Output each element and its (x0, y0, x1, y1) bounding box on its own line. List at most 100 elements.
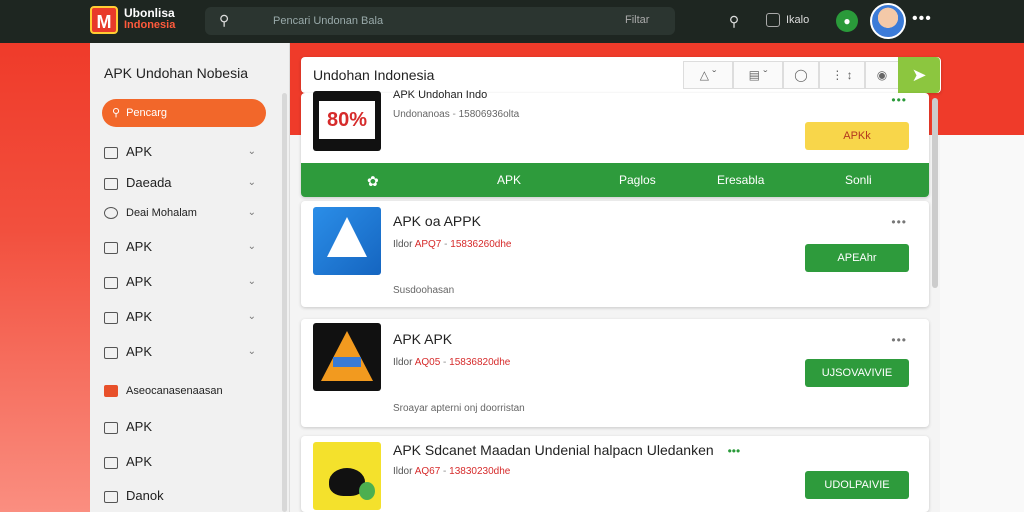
card-meta: Ildor AQ67 - 13830230dhe (393, 466, 511, 477)
user-label: Ikalo (786, 13, 810, 26)
clock-icon (104, 207, 118, 220)
brand-line-2: Indonesia (124, 19, 176, 31)
app-logo[interactable]: M (90, 6, 118, 34)
chevron-down-icon[interactable]: ⌄ (248, 272, 256, 292)
download-button[interactable]: UDOLPAIVIE (805, 471, 909, 499)
meta-author: Undonanoas (393, 109, 450, 120)
fire-icon (104, 385, 118, 398)
download-button[interactable]: APKk (805, 122, 909, 150)
meta-id: 13830230dhe (449, 466, 511, 477)
top-bar: M Ubonlisa Indonesia ⚲ Filtar ⚲ Ikalo ● … (0, 0, 1024, 43)
list-item[interactable]: APK APK Ildor AQ05 - 15836820dhe Sroayar… (301, 319, 929, 427)
card-title[interactable]: APK oa APPK (393, 213, 481, 229)
sidebar-item-danok[interactable]: Danok (104, 486, 264, 506)
leaf-icon (359, 482, 375, 500)
app-thumbnail (313, 207, 381, 275)
card-title[interactable]: APK Sdcanet Maadan Undenial halpacn Uled… (393, 442, 740, 458)
sidebar-item-label: APK (126, 344, 153, 359)
user-icon (104, 490, 118, 503)
sidebar-title: APK Undohan Nobesia (104, 65, 248, 81)
meta-author: Ildor (393, 357, 413, 368)
card-meta: Undonanoas - 15806936olta (393, 109, 520, 120)
sidebar-item-label: APK (126, 274, 153, 289)
meta-version: AQ05 (414, 357, 441, 368)
sidebar-item-label: APK (126, 419, 153, 434)
download-button[interactable]: APEAhr (805, 244, 909, 272)
app-thumbnail (313, 323, 381, 391)
more-icon[interactable]: ••• (891, 333, 907, 347)
meta-id: 15836820dhe (449, 357, 511, 368)
brand-line-1: Ubonlisa (124, 6, 175, 20)
chevron-down-icon[interactable]: ⌄ (248, 307, 256, 327)
list-item[interactable]: APK oa APPK Ildor APQ7 - 15836260dhe Sus… (301, 201, 929, 307)
sidebar-item-deai-mohalam[interactable]: Deai Mohalam ⌄ (104, 203, 264, 223)
bag-icon[interactable]: ◉ (865, 61, 899, 89)
chevron-down-icon[interactable]: ⌄ (248, 342, 256, 362)
search-icon: ⚲ (219, 12, 230, 28)
results-scrollbar[interactable] (932, 98, 938, 288)
chevron-down-icon[interactable]: ⌄ (248, 142, 256, 162)
card-meta: Ildor APQ7 - 15836260dhe (393, 239, 512, 250)
meta-id: 15806936olta (458, 109, 520, 120)
download-button[interactable]: UJSOVAVIVIE (805, 359, 909, 387)
meta-version: APQ7 (414, 239, 442, 250)
tab-bar: ✿ APK Paglos Eresabla Sonli (301, 163, 929, 197)
chevron-down-icon[interactable]: ⌄ (248, 173, 256, 193)
search-button[interactable]: ⚲ (720, 7, 748, 35)
chevron-down-icon[interactable]: ⌄ (248, 203, 256, 223)
package-icon (104, 241, 118, 254)
more-icon[interactable]: ••• (891, 215, 907, 229)
package-icon (104, 346, 118, 359)
sidebar-item-label: APK (126, 144, 153, 159)
thumbnail-badge: 80% (319, 101, 375, 139)
package-icon (104, 276, 118, 289)
filter-icon[interactable]: △ ˇ (683, 61, 733, 89)
settings-icon[interactable]: ◯ (783, 61, 819, 89)
user-menu[interactable]: Ikalo (766, 13, 809, 27)
left-band (0, 43, 90, 512)
sidebar-item-apk[interactable]: APK ⌄ (104, 307, 264, 327)
sidebar-item-apk[interactable]: APK ⌄ (104, 142, 264, 162)
send-icon[interactable]: ➤ (898, 57, 940, 93)
global-search-bar: ⚲ Filtar (205, 7, 675, 35)
sidebar-item-aseocanasenaasan[interactable]: Aseocanasenaasan (104, 381, 264, 401)
a-logo-icon (327, 217, 367, 257)
more-icon[interactable]: ••• (728, 444, 741, 458)
card-title[interactable]: APK Undohan Indo (393, 89, 487, 101)
sidebar-item-apk[interactable]: APK ⌄ (104, 237, 264, 257)
global-search-input[interactable] (273, 11, 573, 31)
more-icon[interactable]: ••• (891, 93, 907, 107)
sidebar-item-apk[interactable]: APK (104, 417, 264, 437)
tab-sonli[interactable]: Sonli (845, 173, 872, 187)
chat-icon[interactable]: ● (836, 10, 858, 32)
sidebar-item-label: APK (126, 454, 153, 469)
sidebar-scrollbar[interactable] (282, 93, 287, 512)
sidebar-item-apk[interactable]: APK ⌄ (104, 272, 264, 292)
package-icon (104, 456, 118, 469)
leaf-icon[interactable]: ✿ (367, 173, 379, 190)
more-icon[interactable]: ••• (912, 10, 932, 28)
tab-eresabla[interactable]: Eresabla (717, 173, 764, 187)
search-filter[interactable]: Filtar (625, 14, 649, 26)
sidebar-item-apk[interactable]: APK ⌄ (104, 342, 264, 362)
app-thumbnail: 80% (313, 91, 381, 151)
sidebar-search-pill[interactable]: ⚲ Pencarg (102, 99, 266, 127)
sidebar-item-apk[interactable]: APK (104, 452, 264, 472)
sort-icon[interactable]: ⋮ ↕ (819, 61, 865, 89)
layout-icon[interactable]: ▤ ˇ (733, 61, 783, 89)
search-query[interactable]: Undohan Indonesia (313, 67, 434, 83)
list-item[interactable]: APK Sdcanet Maadan Undenial halpacn Uled… (301, 436, 929, 512)
chevron-down-icon[interactable]: ⌄ (248, 237, 256, 257)
card-title[interactable]: APK APK (393, 331, 452, 347)
a-logo-icon (321, 331, 373, 381)
sidebar-item-daeada[interactable]: Daeada ⌄ (104, 173, 264, 193)
list-item[interactable]: 80% APK Undohan Indo Undonanoas - 158069… (301, 89, 929, 197)
search-icon: ⚲ (112, 107, 121, 119)
folder-icon (104, 177, 118, 190)
pill-label: Pencarg (126, 107, 168, 119)
avatar[interactable] (870, 3, 906, 39)
tab-paglos[interactable]: Paglos (619, 173, 656, 187)
tab-apk[interactable]: APK (497, 173, 521, 187)
app-thumbnail (313, 442, 381, 510)
meta-author: Ildor (393, 239, 413, 250)
